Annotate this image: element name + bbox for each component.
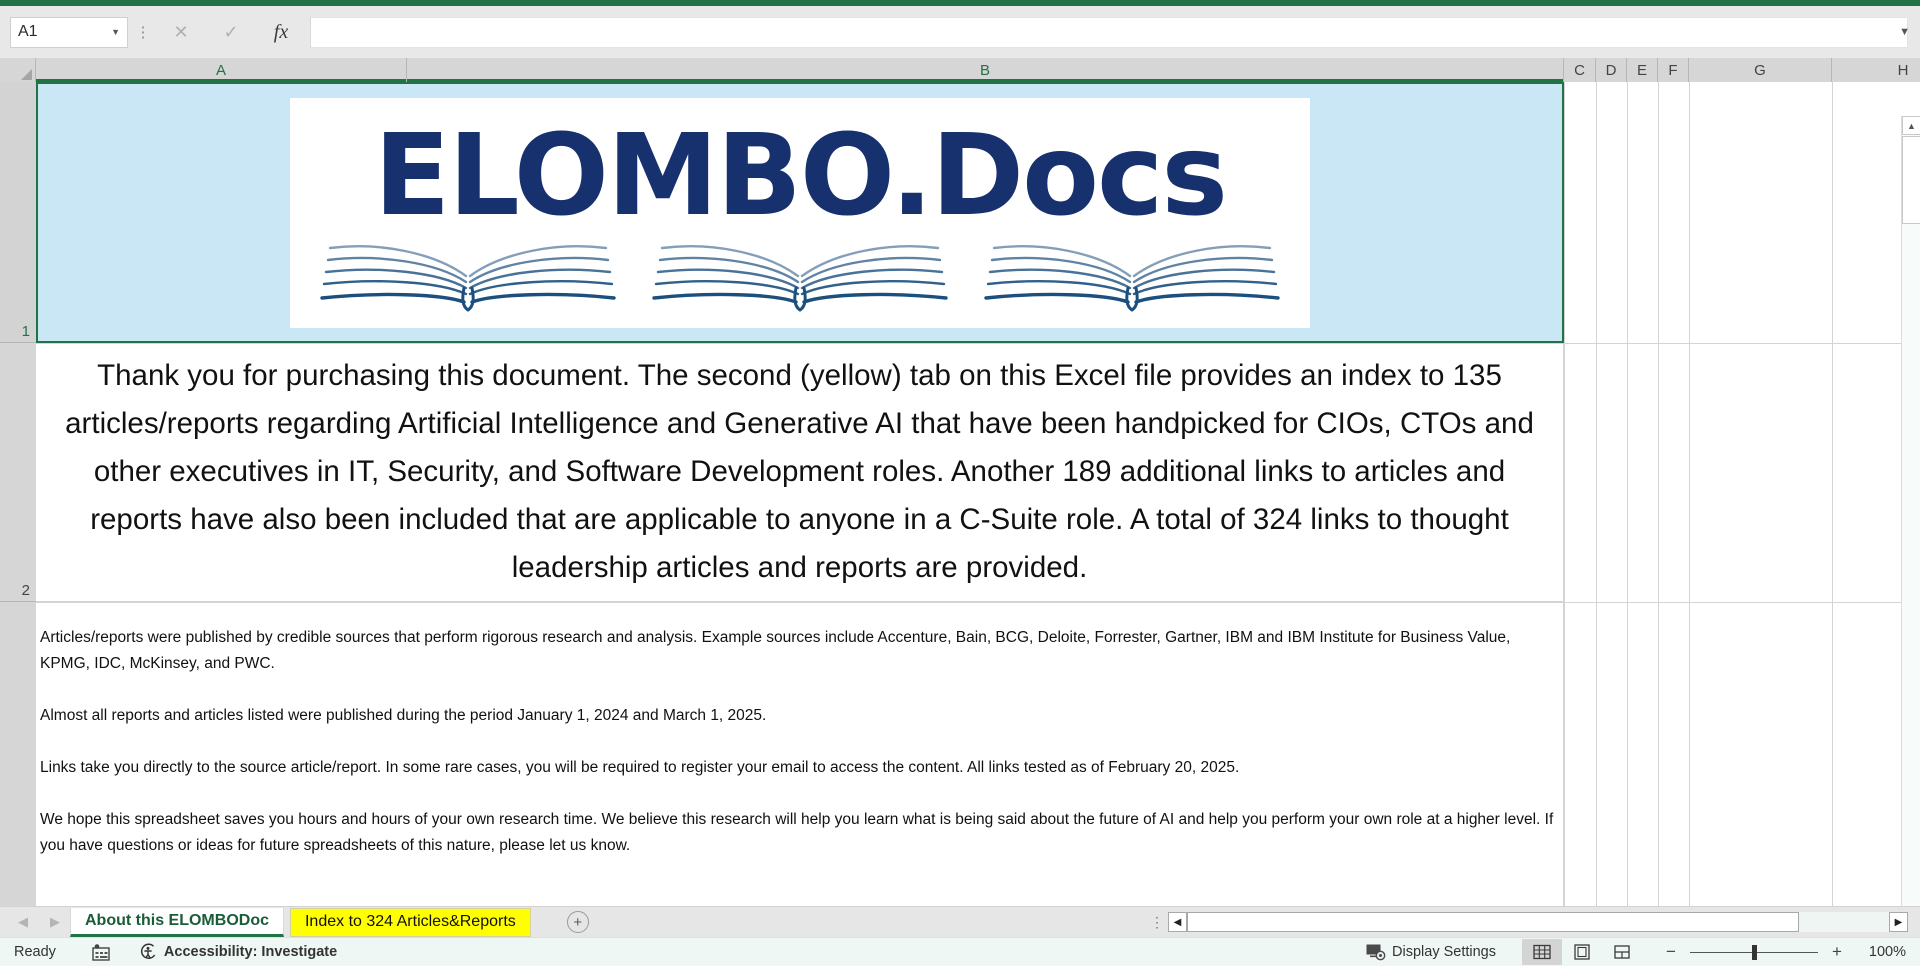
accessibility-label: Accessibility: Investigate xyxy=(163,944,338,960)
scroll-up-icon[interactable]: ▲ xyxy=(1902,116,1920,135)
row-header-1[interactable]: 1 xyxy=(0,82,36,343)
triangle-right-icon[interactable]: ▶ xyxy=(1889,912,1908,932)
zoom-out-button[interactable]: − xyxy=(1664,942,1678,962)
formula-action-buttons: ✕ ✓ fx xyxy=(156,16,306,48)
intro-paragraph: Thank you for purchasing this document. … xyxy=(65,359,1534,584)
record-macro-icon[interactable] xyxy=(92,938,111,966)
accessibility-status[interactable]: Accessibility: Investigate xyxy=(139,938,337,966)
name-box-value: A1 xyxy=(18,23,38,40)
view-normal-button[interactable] xyxy=(1522,939,1562,965)
excel-window: A1 ▼ ⋮ ✕ ✓ fx ▼ A B C D E F G H 1 2 ELOM… xyxy=(0,0,1920,966)
vertical-scrollbar[interactable]: ▲ xyxy=(1901,116,1920,964)
elombo-logo: ELOMBO.Docs xyxy=(290,97,1310,328)
logo-wordmark: ELOMBO.Docs xyxy=(373,110,1228,241)
horizontal-scroll-track[interactable] xyxy=(1187,912,1889,932)
sheet-tab-index[interactable]: Index to 324 Articles&Reports xyxy=(289,907,531,937)
status-mode: Ready xyxy=(14,944,56,960)
formula-input[interactable] xyxy=(310,16,1908,48)
row-header-column: 1 2 3 xyxy=(0,82,36,966)
sheet-tab-bar: ◀ ▶ About this ELOMBODoc Index to 324 Ar… xyxy=(0,906,1920,937)
close-icon[interactable]: ✕ xyxy=(156,16,206,48)
logo-books xyxy=(318,236,1282,314)
column-header-d[interactable]: D xyxy=(1596,58,1627,82)
column-header-f[interactable]: F xyxy=(1658,58,1689,82)
page-break-icon xyxy=(1614,945,1630,959)
detail-paragraph: We hope this spreadsheet saves you hours… xyxy=(40,811,1554,854)
formula-expand-icon[interactable]: ▼ xyxy=(1899,26,1910,38)
cell-a3-details[interactable]: Articles/reports were published by credi… xyxy=(36,603,1564,906)
formula-bar-resize-handle[interactable]: ⋮ xyxy=(132,16,154,48)
vertical-dots-icon[interactable]: ⋮ xyxy=(1146,914,1168,931)
plus-circle-icon[interactable]: + xyxy=(566,911,589,933)
detail-paragraph: Links take you directly to the source ar… xyxy=(40,759,1240,776)
cell-a2-intro[interactable]: Thank you for purchasing this document. … xyxy=(36,343,1564,602)
display-settings-label: Display Settings xyxy=(1392,944,1496,960)
spreadsheet-grid: A B C D E F G H 1 2 3 xyxy=(0,58,1920,966)
horizontal-scroll-thumb[interactable] xyxy=(1187,912,1799,932)
sheet-tab-about[interactable]: About this ELOMBODoc xyxy=(70,907,284,937)
status-bar: Ready Accessibility: Investigate Display… xyxy=(0,937,1920,966)
horizontal-scrollbar[interactable]: ◀ ▶ xyxy=(1168,911,1908,933)
column-header-e[interactable]: E xyxy=(1627,58,1658,82)
check-icon[interactable]: ✓ xyxy=(206,16,256,48)
page-layout-icon xyxy=(1574,944,1590,960)
formula-bar: A1 ▼ ⋮ ✕ ✓ fx ▼ xyxy=(0,6,1920,58)
triangle-left-icon[interactable]: ◀ xyxy=(1168,912,1187,932)
grid-view-icon xyxy=(1533,944,1551,960)
display-settings-icon xyxy=(1366,944,1386,961)
accessibility-icon xyxy=(140,943,156,959)
zoom-control[interactable]: − + xyxy=(1664,942,1844,962)
detail-paragraph: Almost all reports and articles listed w… xyxy=(40,707,767,724)
column-header-h[interactable]: H xyxy=(1832,58,1920,82)
status-bar-right: Display Settings − + 100% xyxy=(1366,939,1920,965)
chevron-right-icon[interactable]: ▶ xyxy=(46,914,64,930)
zoom-in-button[interactable]: + xyxy=(1830,942,1844,962)
detail-paragraph: Articles/reports were published by credi… xyxy=(40,629,1511,672)
vertical-scroll-thumb[interactable] xyxy=(1902,136,1920,224)
sheet-canvas[interactable]: ELOMBO.Docs Thank you for purchasing thi… xyxy=(36,82,1920,906)
view-page-break-button[interactable] xyxy=(1602,939,1642,965)
zoom-slider-handle[interactable] xyxy=(1752,944,1757,960)
open-book-icon xyxy=(320,244,616,312)
column-header-b[interactable]: B xyxy=(407,58,1564,82)
view-page-layout-button[interactable] xyxy=(1562,939,1602,965)
column-header-g[interactable]: G xyxy=(1689,58,1832,82)
zoom-slider[interactable] xyxy=(1690,944,1818,960)
zoom-level[interactable]: 100% xyxy=(1858,944,1906,960)
row-header-2[interactable]: 2 xyxy=(0,343,36,602)
column-header-c[interactable]: C xyxy=(1564,58,1596,82)
fx-icon[interactable]: fx xyxy=(256,16,306,48)
column-header-row: A B C D E F G H xyxy=(0,58,1920,82)
open-book-icon xyxy=(652,244,948,312)
cell-a1-logo[interactable]: ELOMBO.Docs xyxy=(36,82,1564,343)
sheet-nav-arrows: ◀ ▶ xyxy=(14,914,64,930)
chevron-down-icon[interactable]: ▼ xyxy=(111,27,120,37)
select-all-corner[interactable] xyxy=(0,58,36,82)
column-header-a[interactable]: A xyxy=(36,58,407,82)
open-book-icon xyxy=(984,244,1280,312)
name-box[interactable]: A1 ▼ xyxy=(10,16,128,48)
chevron-left-icon[interactable]: ◀ xyxy=(14,914,32,930)
display-settings-button[interactable]: Display Settings xyxy=(1366,943,1496,961)
